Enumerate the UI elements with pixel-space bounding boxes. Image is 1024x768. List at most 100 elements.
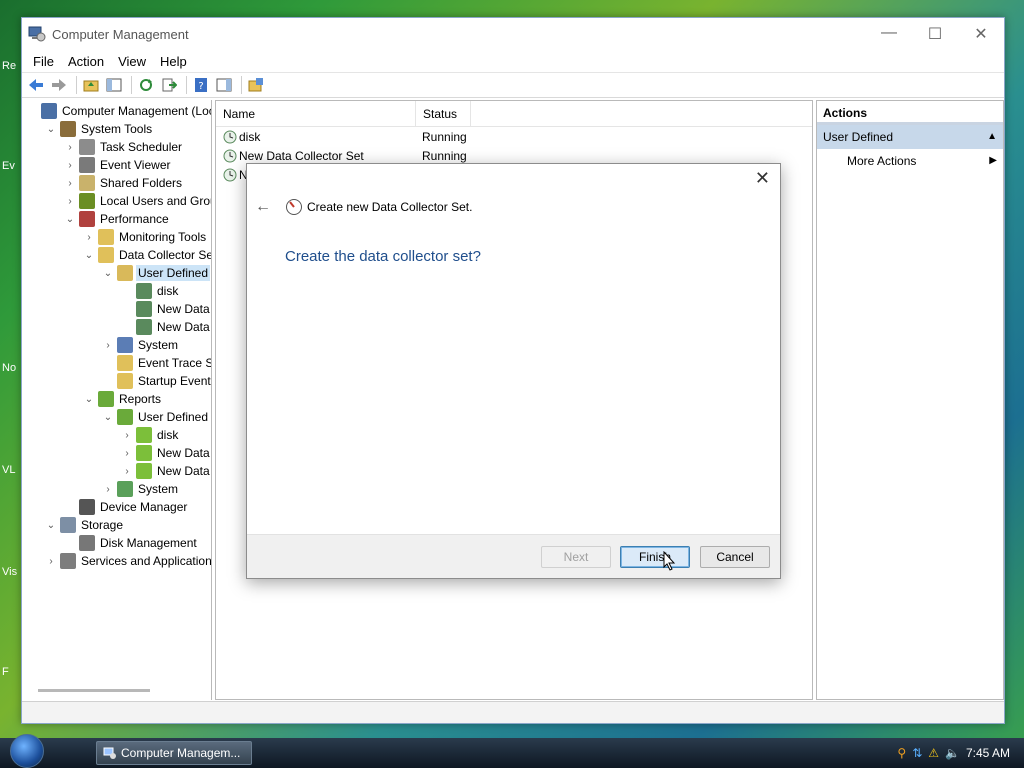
start-orb-icon[interactable]: [10, 734, 44, 768]
forward-arrow-icon[interactable]: [49, 75, 69, 95]
tree-item[interactable]: › Task Scheduler: [64, 138, 184, 156]
column-status[interactable]: Status: [416, 101, 471, 127]
tree-item[interactable]: Computer Management (Local: [26, 102, 211, 120]
search-icon[interactable]: ⚲: [897, 746, 906, 760]
show-hide-action-pane-icon[interactable]: [214, 75, 234, 95]
desktop-icon-label[interactable]: No: [2, 362, 20, 376]
menu-file[interactable]: File: [26, 54, 61, 69]
expand-toggle-icon[interactable]: ›: [102, 484, 114, 495]
finish-button[interactable]: Finish: [620, 546, 690, 568]
expand-toggle-icon[interactable]: ⌄: [64, 214, 76, 225]
expand-toggle-icon[interactable]: ›: [102, 340, 114, 351]
desktop-icon-label[interactable]: F: [2, 666, 20, 680]
menu-bar: File Action View Help: [22, 50, 1004, 72]
tree-node-icon: [117, 373, 133, 389]
tree-item[interactable]: Disk Management: [64, 534, 199, 552]
expand-toggle-icon[interactable]: ›: [64, 142, 76, 153]
cancel-button[interactable]: Cancel: [700, 546, 770, 568]
menu-help[interactable]: Help: [153, 54, 194, 69]
horizontal-scrollbar[interactable]: [38, 689, 150, 692]
desktop-icon-label[interactable]: VL: [2, 464, 20, 478]
tree-item[interactable]: › Local Users and Groups: [64, 192, 211, 210]
tree-item[interactable]: ⌄ Storage: [45, 516, 125, 534]
up-folder-icon[interactable]: [81, 75, 101, 95]
title-bar[interactable]: Computer Management — ☐ ✕: [22, 18, 1004, 50]
list-item-status: Running: [422, 129, 467, 144]
taskbar-computer-management[interactable]: Computer Managem...: [96, 741, 252, 765]
expand-toggle-icon[interactable]: ⌄: [102, 268, 114, 279]
expand-toggle-icon[interactable]: ›: [64, 178, 76, 189]
more-actions-item[interactable]: More Actions ▶: [817, 149, 1003, 173]
tree-node-icon: [136, 445, 152, 461]
next-button[interactable]: Next: [541, 546, 611, 568]
column-name[interactable]: Name: [216, 101, 416, 127]
expand-toggle-icon[interactable]: ⌄: [102, 412, 114, 423]
tree-item[interactable]: › Event Viewer: [64, 156, 172, 174]
expand-toggle-icon[interactable]: ⌄: [45, 520, 57, 531]
system-tray: ⚲ ⇅ ⚠ 🔈 7:45 AM: [891, 746, 1024, 760]
expand-toggle-icon[interactable]: ›: [45, 556, 57, 567]
tree-item[interactable]: › System: [102, 480, 180, 498]
clock[interactable]: 7:45 AM: [966, 746, 1010, 760]
menu-view[interactable]: View: [111, 54, 153, 69]
maximize-button[interactable]: ☐: [912, 24, 958, 44]
network-icon[interactable]: ⇅: [912, 746, 922, 760]
actions-section-user-defined[interactable]: User Defined ▲: [817, 125, 1003, 149]
tree-item[interactable]: ⌄ System Tools: [45, 120, 154, 138]
tree-item[interactable]: New Data Co: [121, 300, 211, 318]
dialog-footer: Next Finish Cancel: [247, 534, 780, 578]
tree-item[interactable]: › Services and Applications: [45, 552, 211, 570]
list-row[interactable]: disk Running: [216, 127, 812, 146]
help-icon[interactable]: ?: [191, 75, 211, 95]
tree-item[interactable]: › New Data Co: [121, 444, 211, 462]
tree-item[interactable]: ⌄ User Defined: [102, 264, 211, 282]
tree-item[interactable]: › Shared Folders: [64, 174, 184, 192]
volume-muted-icon[interactable]: 🔈: [945, 746, 960, 760]
refresh-icon[interactable]: [136, 75, 156, 95]
expand-toggle-icon[interactable]: ⌄: [45, 124, 57, 135]
tree-node-icon: [79, 499, 95, 515]
tree-item[interactable]: › disk: [121, 426, 180, 444]
back-icon[interactable]: ←: [255, 198, 271, 216]
expand-toggle-icon[interactable]: ›: [121, 466, 133, 477]
tree-item[interactable]: ⌄ Data Collector Sets: [83, 246, 211, 264]
tree-item[interactable]: › System: [102, 336, 180, 354]
expand-toggle-icon[interactable]: ›: [121, 448, 133, 459]
console-tree[interactable]: Computer Management (Local ⌄ System Tools ›…: [22, 100, 212, 700]
show-hide-console-tree-icon[interactable]: [104, 75, 124, 95]
new-data-collector-icon[interactable]: [246, 75, 266, 95]
tree-node-icon: [41, 103, 57, 119]
collapse-up-icon[interactable]: ▲: [987, 125, 997, 149]
expand-toggle-icon[interactable]: ⌄: [83, 394, 95, 405]
back-arrow-icon[interactable]: [26, 75, 46, 95]
tree-item[interactable]: Startup Event Tra: [102, 372, 211, 390]
expand-toggle-icon[interactable]: ›: [64, 196, 76, 207]
tree-item[interactable]: › New Data Co: [121, 462, 211, 480]
tree-item[interactable]: ⌄ User Defined: [102, 408, 210, 426]
expand-toggle-icon[interactable]: ›: [83, 232, 95, 243]
expand-toggle-icon[interactable]: ⌄: [83, 250, 95, 261]
expand-toggle-icon[interactable]: ›: [121, 430, 133, 441]
close-button[interactable]: ✕: [958, 24, 1004, 44]
tree-item[interactable]: Event Trace Sess: [102, 354, 211, 372]
menu-action[interactable]: Action: [61, 54, 111, 69]
tree-item-label: New Data Co: [157, 446, 211, 460]
tree-item[interactable]: ⌄ Reports: [83, 390, 163, 408]
tree-item[interactable]: › Monitoring Tools: [83, 228, 208, 246]
tree-node-icon: [60, 553, 76, 569]
desktop-icon-label[interactable]: Vis: [2, 566, 20, 580]
desktop-icon-label[interactable]: Ev: [2, 160, 20, 174]
export-list-icon[interactable]: [159, 75, 179, 95]
tree-item[interactable]: disk: [121, 282, 180, 300]
tree-item[interactable]: ⌄ Performance: [64, 210, 171, 228]
tree-item-label: Shared Folders: [100, 176, 183, 190]
warning-icon[interactable]: ⚠: [928, 746, 939, 760]
dialog-close-button[interactable]: ✕: [755, 168, 770, 189]
tree-item-label: System: [138, 482, 179, 496]
expand-toggle-icon[interactable]: ›: [64, 160, 76, 171]
minimize-button[interactable]: —: [866, 24, 912, 44]
desktop-icon-label[interactable]: Re: [2, 60, 20, 74]
tree-item[interactable]: New Data Co: [121, 318, 211, 336]
tree-item[interactable]: Device Manager: [64, 498, 189, 516]
actions-title: Actions: [817, 101, 1003, 125]
